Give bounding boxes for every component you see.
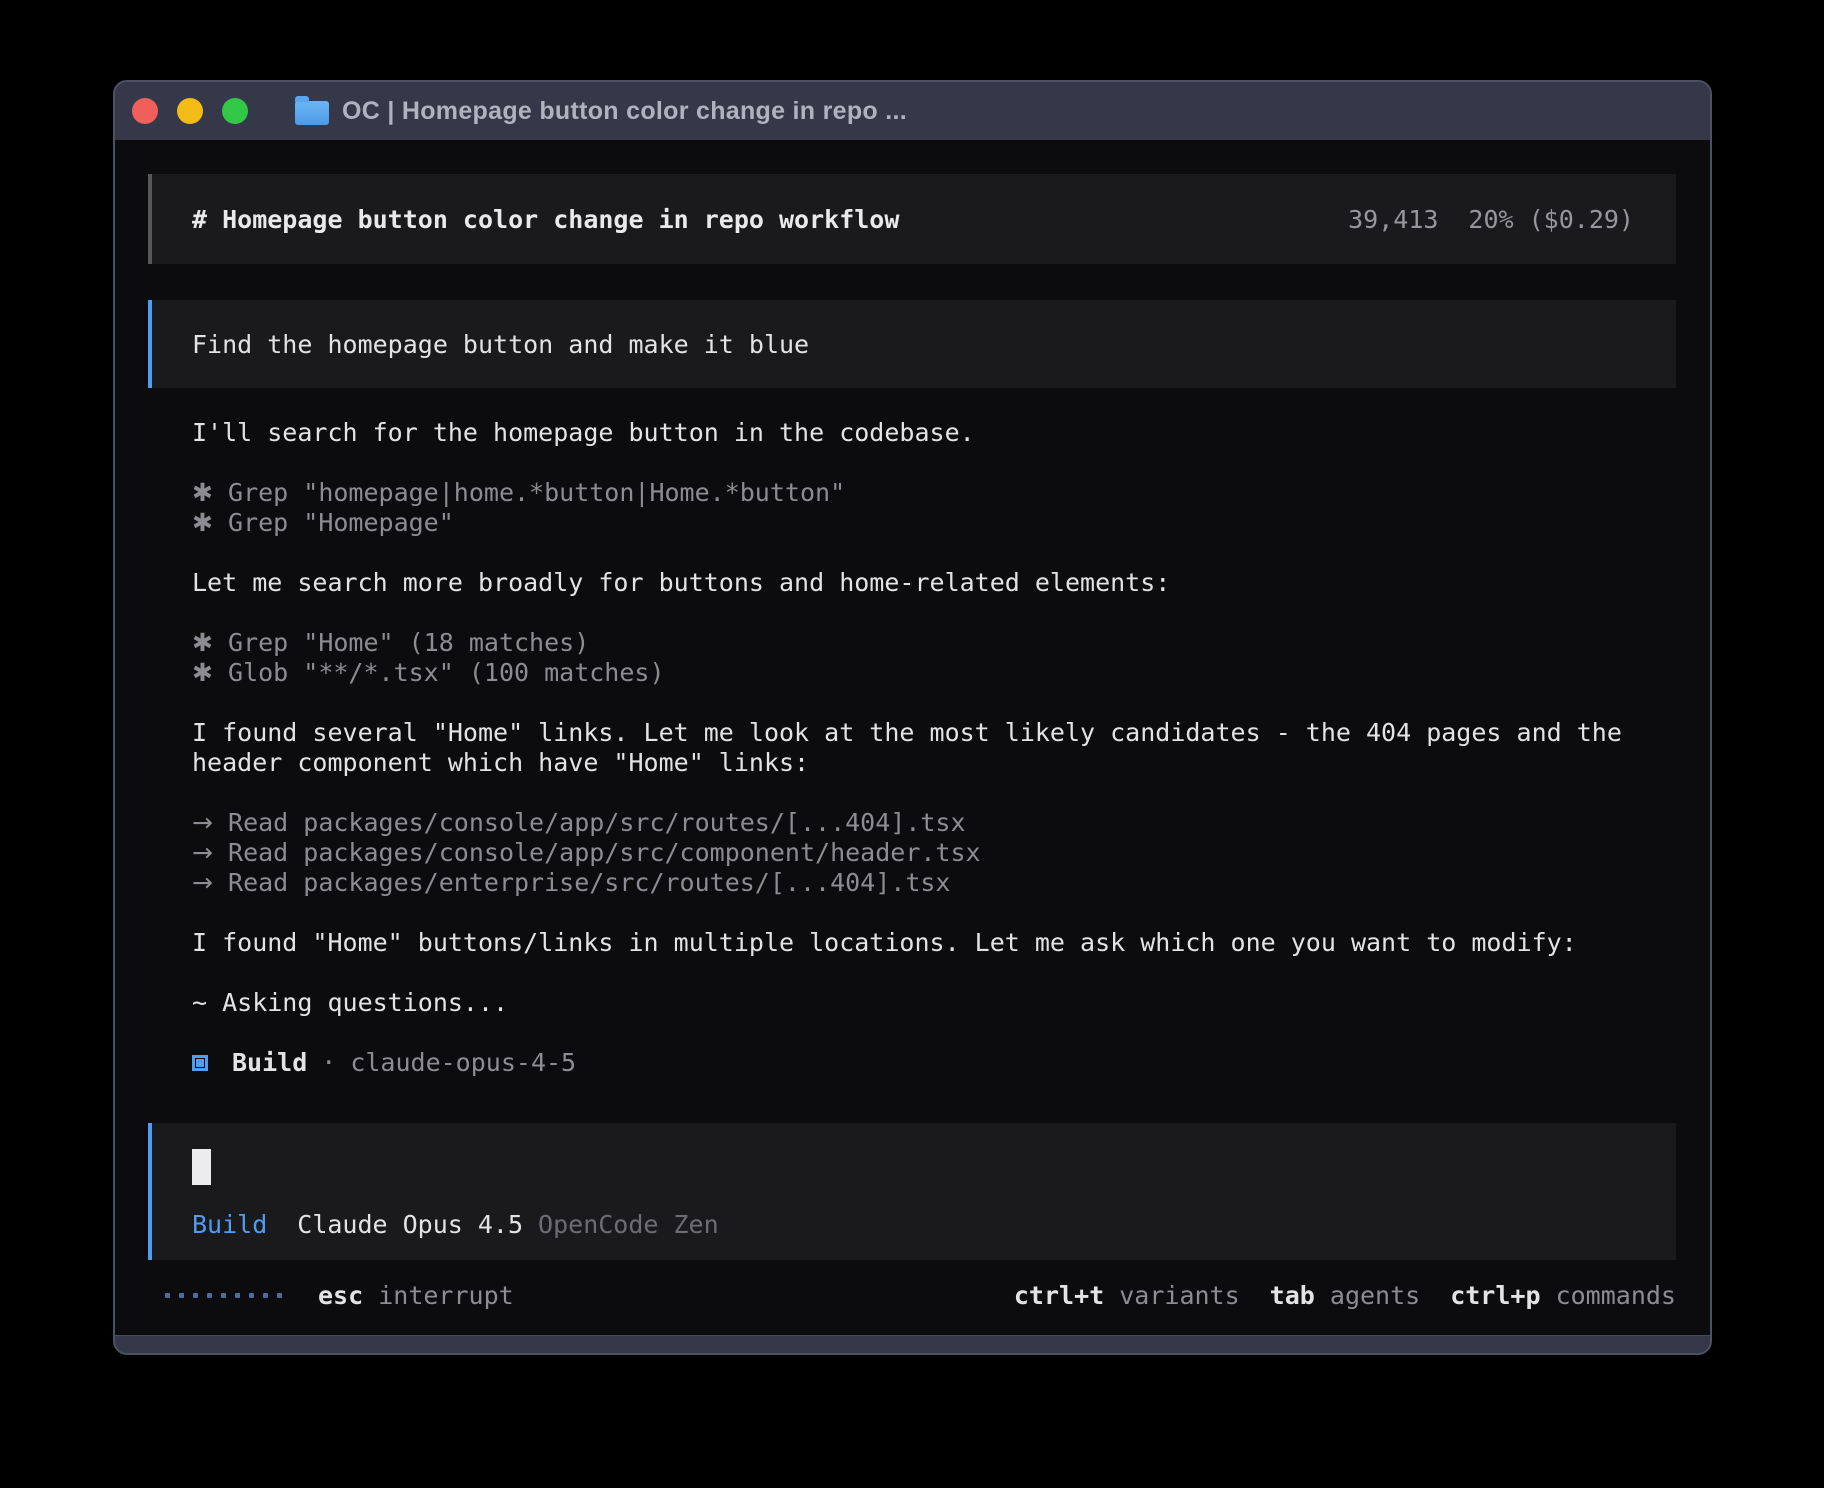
tool-call: ✱ Grep "Homepage" bbox=[192, 508, 1676, 538]
window-title: OC | Homepage button color change in rep… bbox=[342, 97, 907, 126]
assistant-text: I found "Home" buttons/links in multiple… bbox=[192, 928, 1676, 958]
asterisk-icon: ✱ bbox=[192, 628, 213, 657]
spinner-dots-icon bbox=[165, 1293, 282, 1298]
tool-call: ✱ Grep "Home" (18 matches) bbox=[192, 628, 1676, 658]
shortcut-label: variants bbox=[1119, 1281, 1239, 1310]
folder-icon bbox=[295, 101, 329, 125]
shortcut-key: ctrl+t bbox=[1014, 1281, 1104, 1310]
user-message-text: Find the homepage button and make it blu… bbox=[192, 330, 809, 359]
shortcut-commands: ctrl+p commands bbox=[1450, 1281, 1676, 1310]
tool-call: → Read packages/enterprise/src/routes/[.… bbox=[192, 868, 1676, 898]
agent-model: claude-opus-4-5 bbox=[350, 1048, 576, 1078]
user-message: Find the homepage button and make it blu… bbox=[148, 300, 1676, 388]
conversation: I'll search for the homepage button in t… bbox=[192, 418, 1676, 1078]
tool-call-group: ✱ Grep "homepage|home.*button|Home.*butt… bbox=[192, 478, 1676, 538]
tool-call: ✱ Grep "homepage|home.*button|Home.*butt… bbox=[192, 478, 1676, 508]
status-text: ~ Asking questions... bbox=[192, 988, 1676, 1018]
agent-name: Build bbox=[232, 1048, 307, 1078]
token-count: 39,413 bbox=[1348, 205, 1438, 234]
context-usage: 20% ($0.29) bbox=[1468, 205, 1634, 234]
tool-call-group: ✱ Grep "Home" (18 matches) ✱ Glob "**/*.… bbox=[192, 628, 1676, 688]
terminal-pane: # Homepage button color change in repo w… bbox=[115, 140, 1710, 1335]
tool-call-label: Glob "**/*.tsx" (100 matches) bbox=[228, 658, 665, 687]
tool-call-label: Grep "Homepage" bbox=[228, 508, 454, 537]
separator-dot: · bbox=[321, 1048, 336, 1078]
close-button[interactable] bbox=[132, 98, 158, 124]
mode-label: Build bbox=[192, 1210, 267, 1239]
shortcut-label: agents bbox=[1330, 1281, 1420, 1310]
asterisk-icon: ✱ bbox=[192, 658, 213, 687]
shortcut-label: commands bbox=[1556, 1281, 1676, 1310]
maximize-button[interactable] bbox=[222, 98, 248, 124]
shortcut-variants: ctrl+t variants bbox=[1014, 1281, 1240, 1310]
tool-call-group: → Read packages/console/app/src/routes/[… bbox=[192, 808, 1676, 898]
assistant-text: I found several "Home" links. Let me loo… bbox=[192, 718, 1676, 778]
model-label: Claude Opus 4.5 bbox=[297, 1210, 523, 1239]
asterisk-icon: ✱ bbox=[192, 478, 213, 507]
shortcut-key: tab bbox=[1270, 1281, 1315, 1310]
minimize-button[interactable] bbox=[177, 98, 203, 124]
session-usage: 39,413 20% ($0.29) bbox=[1348, 205, 1634, 234]
asterisk-icon: ✱ bbox=[192, 508, 213, 537]
assistant-text: I'll search for the homepage button in t… bbox=[192, 418, 1676, 448]
session-title: # Homepage button color change in repo w… bbox=[192, 205, 1348, 234]
window-bottom-edge bbox=[115, 1335, 1710, 1353]
shortcut-hints: ctrl+t variants tab agents ctrl+p comman… bbox=[1014, 1281, 1676, 1310]
tool-call-label: Read packages/enterprise/src/routes/[...… bbox=[228, 868, 950, 897]
tool-call: → Read packages/console/app/src/routes/[… bbox=[192, 808, 1676, 838]
status-bar: esc interrupt ctrl+t variants tab agents… bbox=[165, 1280, 1676, 1310]
tool-call: ✱ Glob "**/*.tsx" (100 matches) bbox=[192, 658, 1676, 688]
shortcut-interrupt: esc interrupt bbox=[318, 1281, 514, 1310]
app-window: OC | Homepage button color change in rep… bbox=[113, 80, 1712, 1355]
provider-label: OpenCode Zen bbox=[538, 1210, 719, 1239]
tool-call: → Read packages/console/app/src/componen… bbox=[192, 838, 1676, 868]
assistant-text: Let me search more broadly for buttons a… bbox=[192, 568, 1676, 598]
tool-call-label: Read packages/console/app/src/component/… bbox=[228, 838, 981, 867]
arrow-right-icon: → bbox=[192, 868, 213, 897]
text-cursor[interactable] bbox=[192, 1149, 211, 1185]
input-status-line: Build Claude Opus 4.5 OpenCode Zen bbox=[192, 1210, 1676, 1239]
tool-call-label: Grep "Home" (18 matches) bbox=[228, 628, 589, 657]
shortcut-agents: tab agents bbox=[1270, 1281, 1421, 1310]
tool-call-label: Read packages/console/app/src/routes/[..… bbox=[228, 808, 966, 837]
titlebar[interactable]: OC | Homepage button color change in rep… bbox=[115, 82, 1710, 140]
session-header: # Homepage button color change in repo w… bbox=[148, 174, 1676, 264]
arrow-right-icon: → bbox=[192, 838, 213, 867]
tool-call-label: Grep "homepage|home.*button|Home.*button… bbox=[228, 478, 845, 507]
agent-status-line: Build · claude-opus-4-5 bbox=[192, 1048, 1676, 1078]
shortcut-label: interrupt bbox=[378, 1281, 513, 1310]
prompt-input[interactable]: Build Claude Opus 4.5 OpenCode Zen bbox=[148, 1123, 1676, 1260]
arrow-right-icon: → bbox=[192, 808, 213, 837]
shortcut-key: esc bbox=[318, 1281, 363, 1310]
shortcut-key: ctrl+p bbox=[1450, 1281, 1540, 1310]
agent-mode-icon bbox=[192, 1055, 208, 1071]
